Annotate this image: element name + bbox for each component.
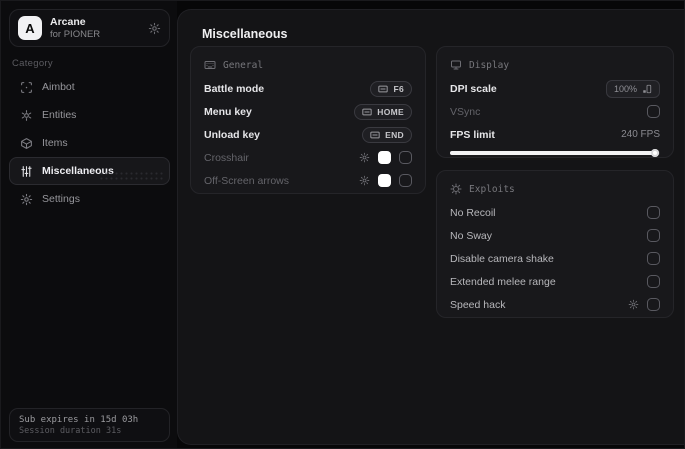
extended-melee-range-checkbox[interactable] xyxy=(647,275,660,288)
fps-limit-value: 240 FPS xyxy=(621,129,660,140)
setting-row-battle-mode: Battle mode F6 xyxy=(204,77,412,100)
fps-limit-slider[interactable] xyxy=(450,149,660,157)
gear-icon xyxy=(20,193,33,206)
keybind-value: END xyxy=(385,129,404,140)
setting-row-dpi-scale: DPI scale 100% xyxy=(450,77,660,100)
setting-row-menu-key: Menu key HOME xyxy=(204,100,412,123)
fps-slider-knob[interactable] xyxy=(650,149,659,157)
session-duration-text: Session duration 31s xyxy=(19,425,122,436)
exploits-icon xyxy=(450,183,462,195)
setting-row-crosshair: Crosshair xyxy=(204,146,412,169)
app-subtitle: for PIONER xyxy=(50,28,101,40)
display-panel-header: Display xyxy=(450,57,660,73)
keybind-value: HOME xyxy=(377,106,404,117)
keybind-badge-menu-key[interactable]: HOME xyxy=(354,103,412,120)
sidebar-item-items[interactable]: Items xyxy=(9,129,170,157)
keybind-value: F6 xyxy=(393,83,404,94)
sidebar-item-label: Entities xyxy=(42,109,77,121)
keyboard-icon xyxy=(378,84,389,94)
setting-row-speed-hack: Speed hack xyxy=(450,293,660,316)
setting-label: No Sway xyxy=(450,229,493,242)
setting-label: Battle mode xyxy=(204,82,265,95)
app-name: Arcane xyxy=(50,15,86,28)
sidebar-item-label: Items xyxy=(42,137,68,149)
sidebar: A Arcane for PIONER Category Aimbot Enti… xyxy=(1,1,177,448)
page-title: Miscellaneous xyxy=(202,27,288,41)
crosshair-color-swatch[interactable] xyxy=(378,151,391,164)
no-sway-checkbox[interactable] xyxy=(647,229,660,242)
general-panel: General Battle mode F6 Menu key HOME Unl… xyxy=(190,46,426,194)
subscription-info-box: Sub expires in 15d 03h Session duration … xyxy=(9,408,170,442)
arcane-cheat-menu-window: A Arcane for PIONER Category Aimbot Enti… xyxy=(0,0,685,449)
exploits-panel: Exploits No Recoil No Sway Disable camer… xyxy=(436,170,674,318)
setting-row-no-sway: No Sway xyxy=(450,224,660,247)
speed-hack-checkbox[interactable] xyxy=(647,298,660,311)
setting-row-unload-key: Unload key END xyxy=(204,123,412,146)
sidebar-item-aimbot[interactable]: Aimbot xyxy=(9,73,170,101)
offscreen-checkbox[interactable] xyxy=(399,174,412,187)
setting-label: Crosshair xyxy=(204,151,249,164)
sliders-icon xyxy=(20,165,33,178)
setting-label: Unload key xyxy=(204,128,261,141)
brand-text: Arcane for PIONER xyxy=(50,16,140,41)
main-content: Miscellaneous General Battle mode F6 Men… xyxy=(177,9,684,445)
setting-row-fps-limit: FPS limit 240 FPS xyxy=(450,123,660,146)
setting-label: Speed hack xyxy=(450,298,506,311)
offscreen-settings-gear-icon[interactable] xyxy=(359,175,370,186)
display-panel: Display DPI scale 100% VSync FPS limit 2… xyxy=(436,46,674,158)
sidebar-nav: Aimbot Entities Items Miscellaneous Sett… xyxy=(9,73,170,213)
spark-icon xyxy=(20,109,33,122)
setting-label: DPI scale xyxy=(450,82,497,95)
keyboard-icon xyxy=(370,130,380,140)
setting-row-offscreen-arrows: Off-Screen arrows xyxy=(204,169,412,192)
fps-slider-fill xyxy=(450,149,659,157)
general-panel-header: General xyxy=(204,57,412,73)
sidebar-item-miscellaneous[interactable]: Miscellaneous xyxy=(9,157,170,185)
category-label: Category xyxy=(12,58,53,69)
setting-label: Menu key xyxy=(204,105,252,118)
scale-icon xyxy=(642,84,652,94)
vsync-checkbox[interactable] xyxy=(647,105,660,118)
setting-label: Disable camera shake xyxy=(450,252,554,265)
setting-label: VSync xyxy=(450,105,481,118)
monitor-icon xyxy=(450,59,462,71)
no-recoil-checkbox[interactable] xyxy=(647,206,660,219)
dots-decoration xyxy=(99,171,163,181)
setting-label: FPS limit xyxy=(450,128,495,141)
setting-label: Off-Screen arrows xyxy=(204,174,289,187)
sidebar-item-entities[interactable]: Entities xyxy=(9,101,170,129)
sidebar-item-label: Settings xyxy=(42,193,80,205)
panel-header-label: Exploits xyxy=(469,183,515,195)
crosshair-settings-gear-icon[interactable] xyxy=(359,152,370,163)
panel-header-label: General xyxy=(223,59,264,71)
sidebar-item-settings[interactable]: Settings xyxy=(9,185,170,213)
panel-header-label: Display xyxy=(469,59,510,71)
exploits-panel-header: Exploits xyxy=(450,181,660,197)
keybind-badge-battle-mode[interactable]: F6 xyxy=(370,80,412,97)
settings-gear-icon[interactable] xyxy=(148,22,161,35)
sub-expiry-text: Sub expires in 15d 03h xyxy=(19,414,139,425)
offscreen-color-swatch[interactable] xyxy=(378,174,391,187)
keyboard-icon xyxy=(204,59,216,71)
keyboard-icon xyxy=(362,107,372,117)
app-logo: A xyxy=(18,16,42,40)
scan-icon xyxy=(20,81,33,94)
setting-label: No Recoil xyxy=(450,206,496,219)
dpi-scale-value: 100% xyxy=(613,83,637,94)
brand-box: A Arcane for PIONER xyxy=(9,9,170,47)
speed-hack-settings-gear-icon[interactable] xyxy=(628,299,639,310)
setting-row-disable-camera-shake: Disable camera shake xyxy=(450,247,660,270)
package-icon xyxy=(20,137,33,150)
sidebar-item-label: Aimbot xyxy=(42,81,75,93)
dpi-scale-selector[interactable]: 100% xyxy=(605,79,660,98)
setting-row-vsync: VSync xyxy=(450,100,660,123)
setting-label: Extended melee range xyxy=(450,275,556,288)
crosshair-checkbox[interactable] xyxy=(399,151,412,164)
keybind-badge-unload-key[interactable]: END xyxy=(362,126,412,143)
setting-row-no-recoil: No Recoil xyxy=(450,201,660,224)
setting-row-extended-melee-range: Extended melee range xyxy=(450,270,660,293)
disable-camera-shake-checkbox[interactable] xyxy=(647,252,660,265)
